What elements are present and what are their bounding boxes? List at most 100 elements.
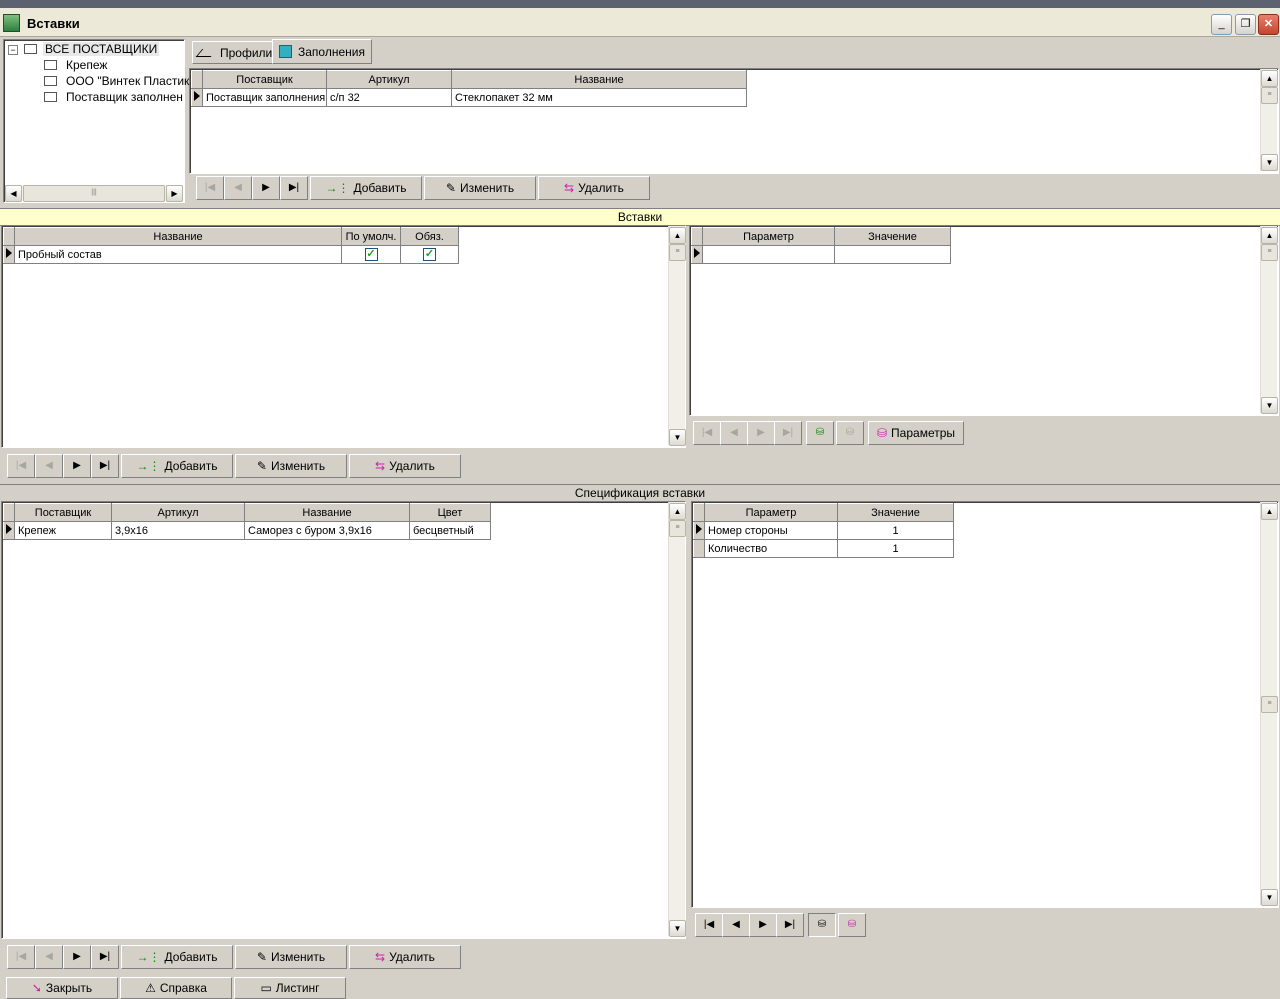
table-cell[interactable] xyxy=(834,245,951,264)
tree-root[interactable]: − ВСЕ ПОСТАВЩИКИ xyxy=(8,42,160,56)
tree-item-label[interactable]: ООО "Винтек Пластик" xyxy=(66,74,194,88)
tree-hscrollbar[interactable]: ◀ ||| ▶ xyxy=(5,185,183,202)
column-header[interactable]: Значение xyxy=(837,503,954,522)
table-cell[interactable]: 1 xyxy=(837,521,954,540)
default-checkbox[interactable]: ✓ xyxy=(341,245,401,264)
table-cell[interactable]: Поставщик заполнения xyxy=(202,88,327,107)
prior-record-button[interactable]: ◀ xyxy=(35,945,63,969)
first-record-button[interactable]: |◀ xyxy=(196,176,224,200)
table-row[interactable]: Поставщик заполнения с/п 32 Стеклопакет … xyxy=(191,88,747,107)
close-window-button[interactable]: ✕ xyxy=(1258,14,1279,35)
delete-spec-button[interactable]: ⇆ Удалить xyxy=(349,945,461,969)
scroll-thumb[interactable]: ||| xyxy=(23,185,165,202)
minimize-button[interactable]: _ xyxy=(1211,14,1232,35)
scroll-up-button[interactable]: ▲ xyxy=(1261,503,1278,520)
tab-profiles[interactable]: Профили xyxy=(192,41,280,64)
column-header[interactable]: Параметр xyxy=(704,503,838,522)
column-header[interactable]: Обяз. xyxy=(400,227,459,246)
last-record-button[interactable]: ▶| xyxy=(774,421,802,445)
table-row[interactable] xyxy=(691,245,951,264)
table-cell[interactable]: Стеклопакет 32 мм xyxy=(451,88,747,107)
table-cell[interactable]: Саморез с буром 3,9x16 xyxy=(244,521,410,540)
required-checkbox[interactable]: ✓ xyxy=(400,245,459,264)
maximize-button[interactable]: ❐ xyxy=(1235,14,1256,35)
next-record-button[interactable]: ▶ xyxy=(63,945,91,969)
scroll-thumb[interactable]: ≡ xyxy=(669,520,686,537)
vscrollbar[interactable]: ▲ ≡ ▼ xyxy=(1260,502,1278,906)
column-header[interactable]: Название xyxy=(244,503,410,522)
add-filling-button[interactable]: →⋮ Добавить xyxy=(310,176,422,200)
column-header[interactable]: По умолч. xyxy=(341,227,401,246)
first-record-button[interactable]: |◀ xyxy=(7,945,35,969)
edit-spec-button[interactable]: ✎ Изменить xyxy=(235,945,347,969)
scroll-up-button[interactable]: ▲ xyxy=(669,227,686,244)
tree-item-label[interactable]: Крепеж xyxy=(66,58,107,72)
help-button[interactable]: ⚠ Справка xyxy=(120,977,232,999)
scroll-right-button[interactable]: ▶ xyxy=(166,185,183,202)
inserts-table[interactable]: Название По умолч. Обяз. Пробный состав … xyxy=(3,227,459,264)
next-record-button[interactable]: ▶ xyxy=(749,913,777,937)
scroll-up-button[interactable]: ▲ xyxy=(1261,227,1278,244)
table-row[interactable]: Крепеж 3,9x16 Саморез с буром 3,9x16 бес… xyxy=(3,521,491,540)
close-button[interactable]: ➘ Закрыть xyxy=(6,977,118,999)
first-record-button[interactable]: |◀ xyxy=(695,913,723,937)
spec-params-table[interactable]: Параметр Значение Номер стороны 1 Количе… xyxy=(693,503,954,558)
last-record-button[interactable]: ▶| xyxy=(776,913,804,937)
table-cell[interactable]: бесцветный xyxy=(409,521,491,540)
column-header[interactable]: Поставщик xyxy=(202,70,327,89)
scroll-thumb[interactable]: ≡ xyxy=(1261,87,1278,104)
edit-parameter-icon-button[interactable]: ⛁ xyxy=(808,913,836,937)
delete-filling-button[interactable]: ⇆ Удалить xyxy=(538,176,650,200)
add-spec-button[interactable]: →⋮ Добавить xyxy=(121,945,233,969)
tree-item-label[interactable]: Поставщик заполнения xyxy=(66,90,183,104)
next-record-button[interactable]: ▶ xyxy=(747,421,775,445)
tree-root-label[interactable]: ВСЕ ПОСТАВЩИКИ xyxy=(43,42,160,56)
table-cell[interactable]: Количество xyxy=(704,539,838,558)
add-insert-button[interactable]: →⋮ Добавить xyxy=(121,454,233,478)
scroll-thumb[interactable]: ≡ xyxy=(1261,696,1278,713)
next-record-button[interactable]: ▶ xyxy=(63,454,91,478)
scroll-thumb[interactable]: ≡ xyxy=(1261,244,1278,261)
delete-insert-button[interactable]: ⇆ Удалить xyxy=(349,454,461,478)
scroll-down-button[interactable]: ▼ xyxy=(1261,154,1278,171)
supplier-tree[interactable]: − ВСЕ ПОСТАВЩИКИ Крепеж ООО "Винтек Пласт… xyxy=(3,39,194,203)
table-cell[interactable]: с/п 32 xyxy=(326,88,452,107)
delete-parameter-icon-button[interactable]: ⛁ xyxy=(838,913,866,937)
column-header[interactable]: Значение xyxy=(834,227,951,246)
first-record-button[interactable]: |◀ xyxy=(693,421,721,445)
scroll-up-button[interactable]: ▲ xyxy=(669,503,686,520)
column-header[interactable]: Поставщик xyxy=(14,503,112,522)
vscrollbar[interactable]: ▲ ≡ ▼ xyxy=(668,226,686,446)
next-record-button[interactable]: ▶ xyxy=(252,176,280,200)
add-parameter-icon-button[interactable]: ⛁ xyxy=(806,421,834,445)
spec-table[interactable]: Поставщик Артикул Название Цвет Крепеж 3… xyxy=(3,503,491,540)
column-header[interactable]: Параметр xyxy=(702,227,835,246)
inserts-grid[interactable]: Название По умолч. Обяз. Пробный состав … xyxy=(1,225,686,448)
scroll-left-button[interactable]: ◀ xyxy=(5,185,22,202)
table-row[interactable]: Количество 1 xyxy=(693,539,954,558)
table-cell[interactable]: 1 xyxy=(837,539,954,558)
collapse-icon[interactable]: − xyxy=(8,45,18,55)
edit-filling-button[interactable]: ✎ Изменить xyxy=(424,176,536,200)
scroll-down-button[interactable]: ▼ xyxy=(669,429,686,446)
column-header[interactable]: Название xyxy=(14,227,342,246)
tree-item[interactable]: Поставщик заполнения xyxy=(44,90,183,104)
listing-button[interactable]: ▭ Листинг xyxy=(234,977,346,999)
scroll-down-button[interactable]: ▼ xyxy=(1261,889,1278,906)
insert-params-table[interactable]: Параметр Значение xyxy=(691,227,951,264)
column-header[interactable]: Артикул xyxy=(326,70,452,89)
prior-record-button[interactable]: ◀ xyxy=(722,913,750,937)
first-record-button[interactable]: |◀ xyxy=(7,454,35,478)
prior-record-button[interactable]: ◀ xyxy=(35,454,63,478)
vscrollbar[interactable]: ▲ ≡ ▼ xyxy=(1260,226,1278,414)
table-cell[interactable]: 3,9x16 xyxy=(111,521,245,540)
table-cell[interactable] xyxy=(702,245,835,264)
vscrollbar[interactable]: ▲ ≡ ▼ xyxy=(1260,69,1278,171)
prior-record-button[interactable]: ◀ xyxy=(224,176,252,200)
column-header[interactable]: Артикул xyxy=(111,503,245,522)
spec-params-grid[interactable]: Параметр Значение Номер стороны 1 Количе… xyxy=(691,501,1279,908)
tree-item[interactable]: ООО "Винтек Пластик" xyxy=(44,74,194,88)
spec-grid[interactable]: Поставщик Артикул Название Цвет Крепеж 3… xyxy=(1,501,686,939)
prior-record-button[interactable]: ◀ xyxy=(720,421,748,445)
parameters-button[interactable]: ⛁ Параметры xyxy=(868,421,964,445)
